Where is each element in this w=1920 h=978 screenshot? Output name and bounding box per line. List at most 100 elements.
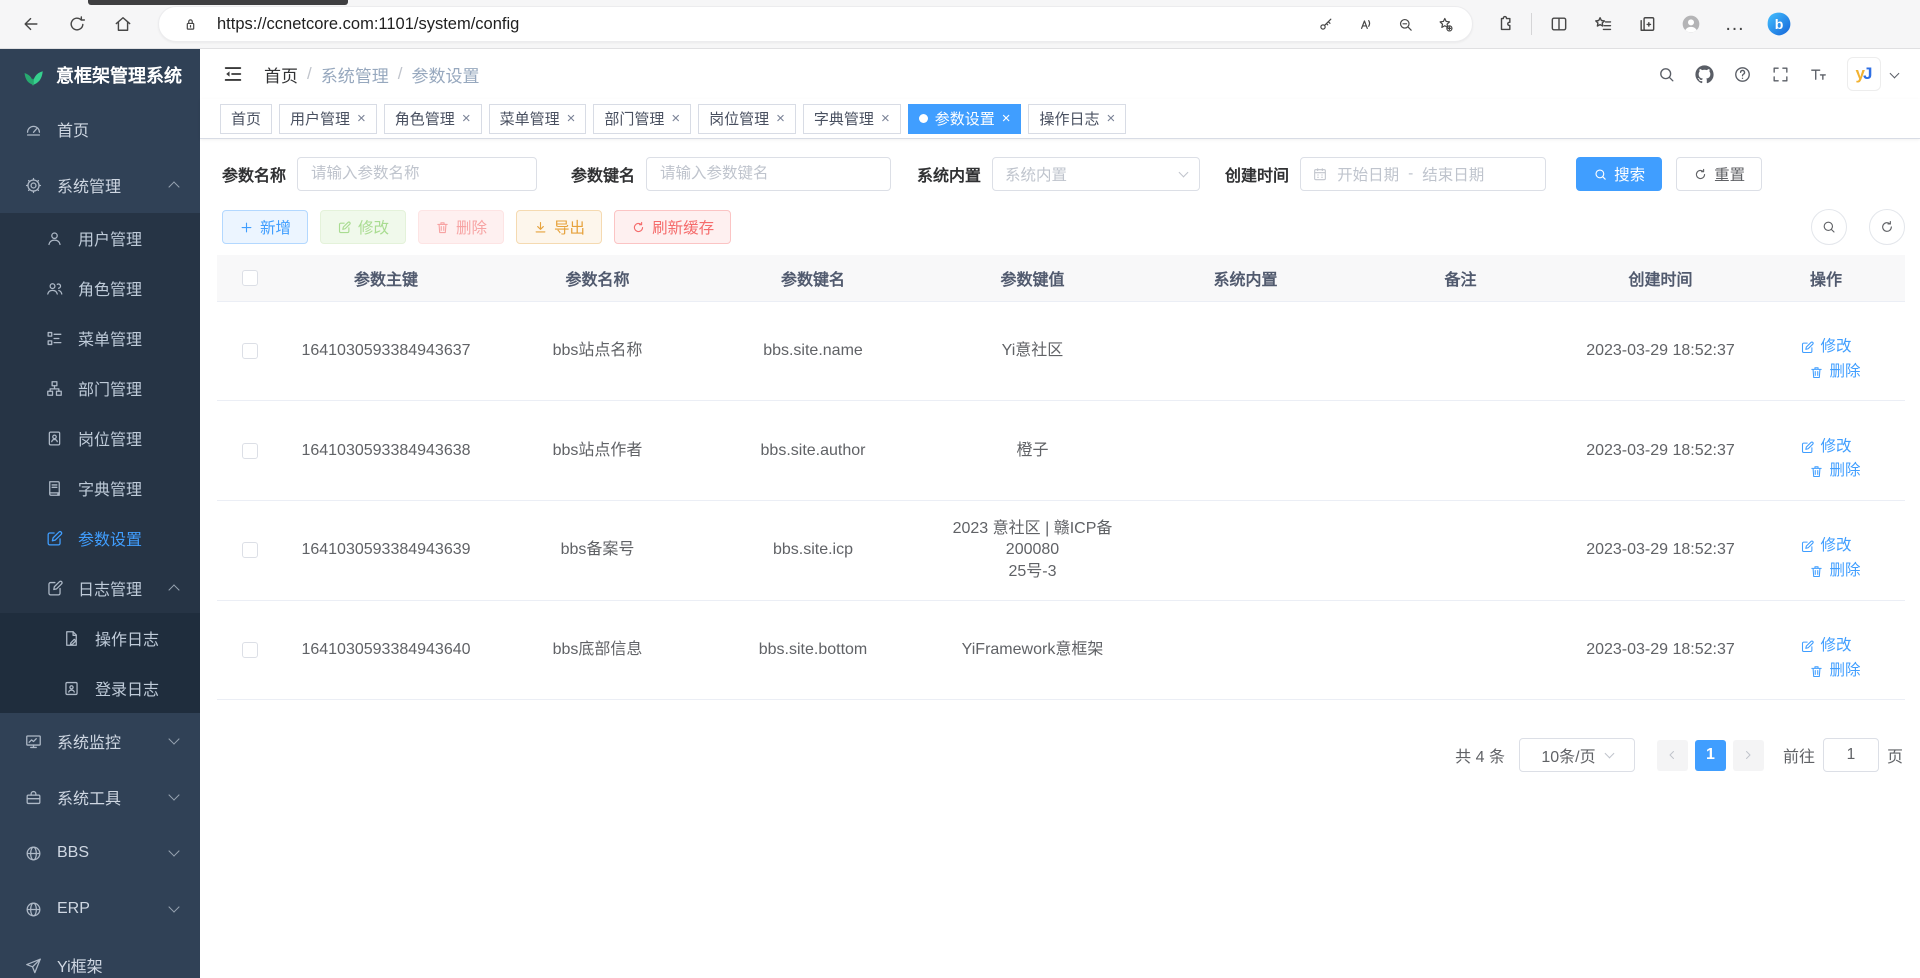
chevron-down-icon — [168, 789, 179, 800]
breadcrumb-system[interactable]: 系统管理 — [321, 62, 389, 87]
delete-button[interactable]: 删除 — [418, 210, 504, 244]
close-icon[interactable]: × — [1002, 110, 1011, 127]
date-range-picker[interactable]: 开始日期 - 结束日期 — [1300, 157, 1546, 191]
toggle-search-button[interactable] — [1811, 209, 1847, 245]
bing-sidebar-icon[interactable]: b — [1762, 7, 1796, 41]
tab-param-settings[interactable]: 参数设置× — [908, 104, 1022, 134]
tab-operation-log[interactable]: 操作日志× — [1028, 104, 1126, 134]
col-param-name: 参数名称 — [490, 255, 705, 301]
row-edit-link[interactable]: 修改 — [1800, 437, 1851, 458]
add-button[interactable]: 新增 — [222, 210, 308, 244]
password-key-icon[interactable] — [1308, 7, 1342, 41]
refresh-icon — [631, 220, 646, 235]
row-delete-link[interactable]: 删除 — [1809, 362, 1860, 383]
tab-dept-mgmt[interactable]: 部门管理× — [593, 104, 691, 134]
param-name-input[interactable] — [297, 157, 537, 191]
sidebar-item-system-mgmt[interactable]: 系统管理 — [0, 157, 200, 213]
sidebar-item-menu-mgmt[interactable]: 菜单管理 — [0, 313, 200, 363]
row-checkbox[interactable] — [242, 642, 258, 658]
favorite-star-icon[interactable] — [1428, 7, 1462, 41]
breadcrumb-home[interactable]: 首页 — [264, 62, 298, 87]
favorites-bar-icon[interactable] — [1586, 7, 1620, 41]
chevron-down-icon[interactable] — [1890, 68, 1900, 78]
select-all-checkbox[interactable] — [242, 270, 258, 286]
sidebar-item-erp[interactable]: ERP — [0, 881, 200, 937]
tab-home[interactable]: 首页 — [220, 104, 272, 134]
sidebar-item-yi-framework[interactable]: Yi框架 — [0, 937, 200, 978]
sidebar-item-login-log[interactable]: 登录日志 — [0, 663, 200, 713]
help-icon[interactable] — [1727, 59, 1757, 89]
sidebar-item-dict-mgmt[interactable]: 字典管理 — [0, 463, 200, 513]
sidebar-item-log-mgmt[interactable]: 日志管理 — [0, 563, 200, 613]
row-edit-link[interactable]: 修改 — [1800, 337, 1851, 358]
row-checkbox[interactable] — [242, 542, 258, 558]
sidebar-item-dept-mgmt[interactable]: 部门管理 — [0, 363, 200, 413]
id-badge-icon — [45, 429, 64, 448]
tab-role-mgmt[interactable]: 角色管理× — [384, 104, 482, 134]
collapse-sidebar-icon[interactable] — [218, 59, 248, 89]
close-icon[interactable]: × — [671, 110, 680, 127]
sidebar-item-home[interactable]: 首页 — [0, 101, 200, 157]
sidebar-item-bbs[interactable]: BBS — [0, 825, 200, 881]
download-icon — [533, 220, 548, 235]
row-edit-link[interactable]: 修改 — [1800, 636, 1851, 657]
url-text[interactable]: https://ccnetcore.com:1101/system/config — [217, 15, 1308, 34]
edit-button[interactable]: 修改 — [320, 210, 406, 244]
param-key-input[interactable] — [646, 157, 891, 191]
split-screen-icon[interactable] — [1542, 7, 1576, 41]
search-button[interactable]: 搜索 — [1576, 157, 1662, 191]
zoom-out-icon[interactable] — [1388, 7, 1422, 41]
address-bar[interactable]: https://ccnetcore.com:1101/system/config — [158, 6, 1473, 42]
close-icon[interactable]: × — [567, 110, 576, 127]
row-delete-link[interactable]: 删除 — [1809, 461, 1860, 482]
param-name-label: 参数名称 — [222, 162, 286, 186]
sidebar-item-user-mgmt[interactable]: 用户管理 — [0, 213, 200, 263]
export-button[interactable]: 导出 — [516, 210, 602, 244]
refresh-table-button[interactable] — [1869, 209, 1905, 245]
lock-icon[interactable] — [173, 7, 207, 41]
read-aloud-icon[interactable] — [1348, 7, 1382, 41]
github-icon[interactable] — [1689, 59, 1719, 89]
browser-tab-strip — [88, 0, 348, 5]
header-search-icon[interactable] — [1651, 59, 1681, 89]
more-menu-icon[interactable]: … — [1718, 7, 1752, 41]
tab-menu-mgmt[interactable]: 菜单管理× — [489, 104, 587, 134]
close-icon[interactable]: × — [1107, 110, 1116, 127]
tab-post-mgmt[interactable]: 岗位管理× — [698, 104, 796, 134]
row-edit-link[interactable]: 修改 — [1800, 536, 1851, 557]
sidebar-item-role-mgmt[interactable]: 角色管理 — [0, 263, 200, 313]
prev-page-button[interactable] — [1657, 740, 1688, 771]
goto-page-input[interactable] — [1823, 738, 1879, 772]
refresh-icon[interactable] — [60, 7, 94, 41]
extensions-icon[interactable] — [1487, 7, 1521, 41]
row-checkbox[interactable] — [242, 443, 258, 459]
sidebar-item-param-settings[interactable]: 参数设置 — [0, 513, 200, 563]
next-page-button[interactable] — [1733, 740, 1764, 771]
close-icon[interactable]: × — [881, 110, 890, 127]
collections-icon[interactable] — [1630, 7, 1664, 41]
tab-dict-mgmt[interactable]: 字典管理× — [803, 104, 901, 134]
user-avatar[interactable]: yJ — [1847, 57, 1881, 91]
fullscreen-icon[interactable] — [1765, 59, 1795, 89]
reset-button[interactable]: 重置 — [1676, 157, 1762, 191]
close-icon[interactable]: × — [776, 110, 785, 127]
sidebar-item-operation-log[interactable]: 操作日志 — [0, 613, 200, 663]
sidebar-item-system-tools[interactable]: 系统工具 — [0, 769, 200, 825]
row-checkbox[interactable] — [242, 343, 258, 359]
row-delete-link[interactable]: 删除 — [1809, 661, 1860, 682]
page-number-1[interactable]: 1 — [1695, 740, 1726, 771]
refresh-cache-button[interactable]: 刷新缓存 — [614, 210, 731, 244]
row-delete-link[interactable]: 删除 — [1809, 561, 1860, 582]
close-icon[interactable]: × — [357, 110, 366, 127]
param-key-label: 参数键名 — [571, 162, 635, 186]
page-size-select[interactable]: 10条/页 — [1519, 738, 1635, 772]
close-icon[interactable]: × — [462, 110, 471, 127]
tab-user-mgmt[interactable]: 用户管理× — [279, 104, 377, 134]
builtin-select[interactable]: 系统内置 — [992, 157, 1200, 191]
sidebar-item-post-mgmt[interactable]: 岗位管理 — [0, 413, 200, 463]
home-icon[interactable] — [106, 7, 140, 41]
back-icon[interactable] — [14, 7, 48, 41]
font-size-icon[interactable] — [1803, 59, 1833, 89]
sidebar-item-system-monitor[interactable]: 系统监控 — [0, 713, 200, 769]
profile-avatar[interactable] — [1674, 7, 1708, 41]
